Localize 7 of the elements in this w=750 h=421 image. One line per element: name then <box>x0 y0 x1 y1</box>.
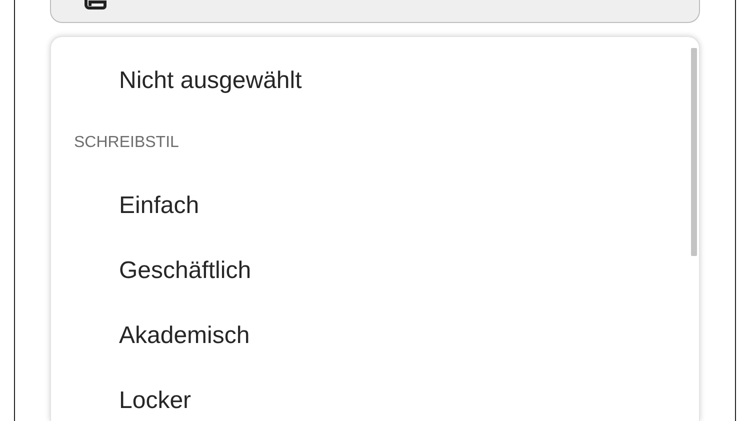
section-heading: SCHREIBSTIL <box>73 133 180 153</box>
menu-option[interactable]: Akademisch <box>51 303 699 368</box>
menu-option[interactable]: Geschäftlich <box>51 238 699 303</box>
menu-option[interactable]: Locker <box>51 368 699 421</box>
menu-option[interactable]: Nicht ausgewählt <box>51 48 699 113</box>
scrollbar[interactable] <box>691 48 697 256</box>
menu-option[interactable]: Einfach <box>51 173 699 238</box>
